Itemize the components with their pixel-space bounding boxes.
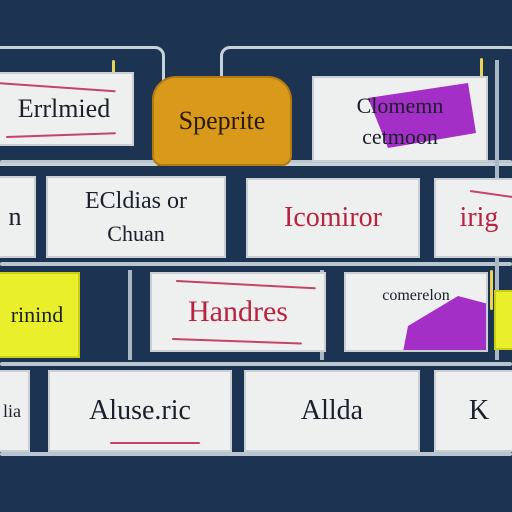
card-label: K [468, 395, 490, 427]
hook [490, 270, 493, 310]
shelf-rail-4 [0, 452, 512, 456]
label-card: Speprite [152, 76, 292, 166]
label-card: K [434, 370, 512, 452]
shelf-rail-3 [0, 362, 512, 366]
label-card: rinind [0, 272, 80, 358]
card-label: Errlmied [17, 94, 111, 124]
card-label: Allda [300, 395, 364, 427]
label-card: Handres [150, 272, 326, 352]
card-label: Handres [188, 295, 288, 329]
label-card: Icomiror [246, 178, 420, 258]
label-card: comerelon [344, 272, 488, 352]
label-card: lia [0, 370, 30, 452]
card-label: Icomiror [284, 202, 382, 234]
label-card [494, 290, 512, 350]
label-card: Aluse.ric [48, 370, 232, 452]
label-card: irig [434, 178, 512, 258]
label-card: Errlmied [0, 72, 134, 146]
card-label: ECldias or [85, 187, 187, 214]
card-sublabel: Chuan [107, 221, 165, 247]
label-card: ECldias or Chuan [46, 176, 226, 258]
shelf-rail-2 [0, 262, 512, 266]
card-label: comerelon [382, 287, 450, 304]
card-label: rinind [10, 302, 64, 328]
card-label: Aluse.ric [89, 395, 191, 427]
card-label: n [8, 202, 22, 232]
card-label: lia [3, 400, 21, 421]
card-label: irig [459, 202, 499, 234]
card-label: Speprite [178, 106, 266, 136]
label-card: Clomemn cetmoon [312, 76, 488, 162]
label-card: Allda [244, 370, 420, 452]
card-label: Clomemn [356, 92, 444, 118]
rack-post [128, 270, 132, 360]
card-sublabel: cetmoon [362, 124, 438, 149]
label-card: n [0, 176, 36, 258]
